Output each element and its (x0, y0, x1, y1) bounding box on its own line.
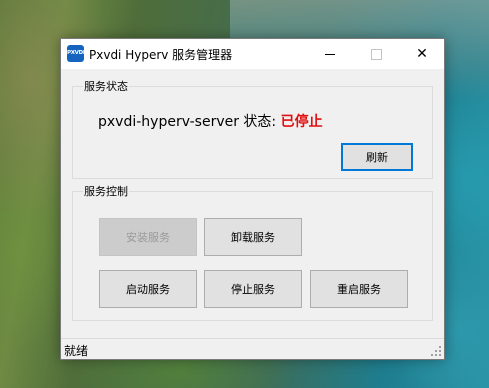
close-icon: ✕ (416, 46, 428, 62)
status-bar: 就绪 (61, 338, 444, 359)
resize-grip-icon[interactable] (431, 346, 441, 356)
start-service-button[interactable]: 启动服务 (99, 270, 197, 308)
maximize-button[interactable] (353, 39, 399, 69)
window-title: Pxvdi Hyperv 服务管理器 (89, 48, 233, 62)
minimize-button[interactable] (307, 39, 353, 69)
service-name-label: pxvdi-hyperv-server 状态: (98, 114, 277, 130)
restart-service-button[interactable]: 重启服务 (310, 270, 408, 308)
minimize-icon (325, 53, 335, 55)
maximize-icon (370, 48, 382, 60)
service-control-group-label: 服务控制 (83, 183, 129, 199)
refresh-button[interactable]: 刷新 (341, 143, 413, 171)
service-status-group: 服务状态 pxvdi-hyperv-server 状态: 已停止 刷新 (72, 78, 433, 179)
uninstall-service-button[interactable]: 卸载服务 (204, 218, 302, 256)
stop-service-button[interactable]: 停止服务 (204, 270, 302, 308)
service-manager-window: PXVDI Pxvdi Hyperv 服务管理器 ✕ 服务状态 pxvdi-hy… (60, 38, 445, 360)
service-status-line: pxvdi-hyperv-server 状态: 已停止 (98, 111, 323, 131)
service-status-group-label: 服务状态 (83, 78, 129, 94)
status-bar-text: 就绪 (64, 344, 89, 358)
service-control-group: 服务控制 安装服务 卸载服务 启动服务 停止服务 重启服务 (72, 183, 433, 321)
install-service-button[interactable]: 安装服务 (99, 218, 197, 256)
close-button[interactable]: ✕ (399, 39, 445, 69)
title-bar[interactable]: PXVDI Pxvdi Hyperv 服务管理器 ✕ (61, 39, 444, 69)
pxvdi-app-icon: PXVDI (67, 45, 85, 62)
service-status-value: 已停止 (280, 114, 323, 130)
